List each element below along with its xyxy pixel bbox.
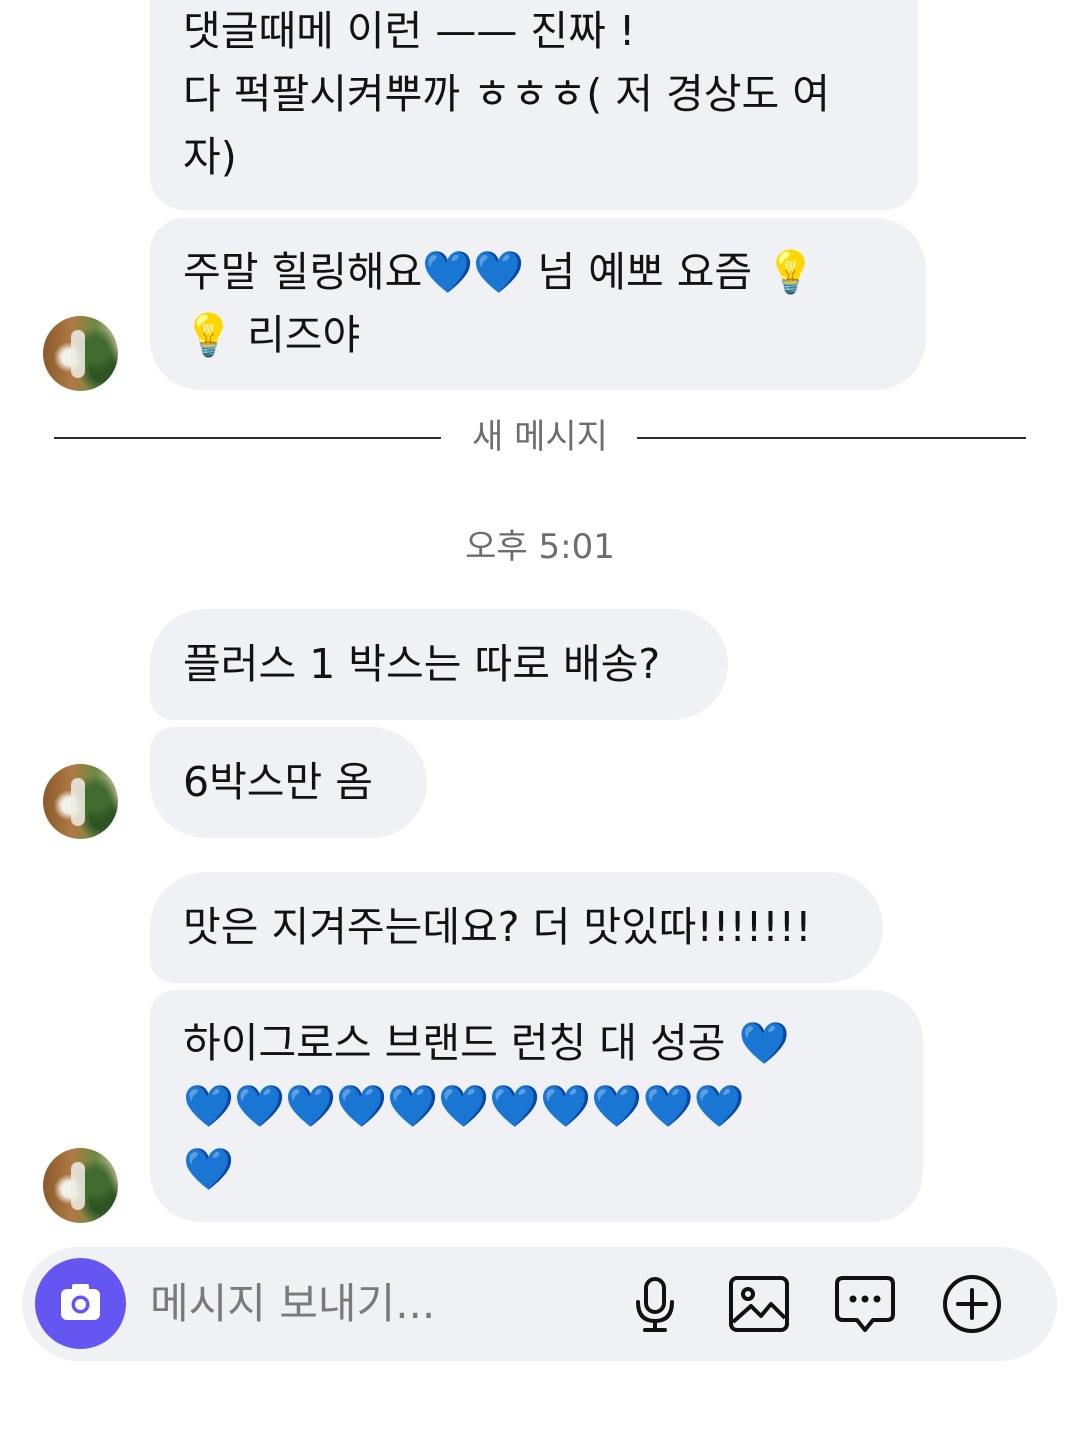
avatar[interactable] [43,764,118,839]
camera-icon [61,1284,100,1320]
avatar[interactable] [43,1148,118,1223]
message-bubble[interactable]: 하이그로스 브랜드 런칭 대 성공 💙 💙💙💙💙💙💙💙💙💙💙💙 💙 [150,990,923,1222]
message-line: 주말 힐링해요💙💙 넘 예뽀 요즘 💡 [183,248,817,296]
plus-circle-icon[interactable] [940,1272,1004,1336]
message-bubble[interactable]: 플러스 1 박스는 따로 배송? [150,609,728,720]
divider-line-right [637,437,1026,439]
message-line: 자) [183,133,237,181]
message-input[interactable]: 메시지 보내기... [150,1275,435,1333]
message-line: 맛은 지겨주는데요? 더 맛있따!!!!!!! [183,903,812,951]
divider-line-left [54,437,441,439]
camera-button[interactable] [35,1258,126,1349]
timestamp: 오후 5:01 [465,527,615,567]
message-line: 다 퍽팔시켜뿌까 ㅎㅎㅎ( 저 경상도 여 [183,70,830,118]
message-bubble[interactable]: 맛은 지겨주는데요? 더 맛있따!!!!!!! [150,872,883,983]
message-line: 댓글때메 이런 —— 진짜 ! [183,7,636,55]
message-line: 하이그로스 브랜드 런칭 대 성공 💙 [183,1019,790,1067]
message-bubble[interactable]: 주말 힐링해요💙💙 넘 예뽀 요즘 💡 💡 리즈야 [150,218,926,390]
message-line: 플러스 1 박스는 따로 배송? [183,640,661,688]
chat-bubble-icon[interactable] [833,1272,897,1336]
message-line: 💙 [183,1145,235,1193]
image-icon[interactable] [727,1272,791,1336]
message-bubble[interactable]: 6박스만 옴 [150,727,427,838]
avatar[interactable] [43,316,118,391]
message-line: 6박스만 옴 [183,758,373,806]
message-composer: 메시지 보내기... [22,1247,1057,1361]
message-bubble[interactable]: 댓글때메 이런 —— 진짜 ! 다 퍽팔시켜뿌까 ㅎㅎㅎ( 저 경상도 여 자) [150,0,918,210]
microphone-icon[interactable] [623,1272,687,1336]
message-line: 💡 리즈야 [183,311,361,359]
new-messages-divider: 새 메시지 [472,417,608,457]
message-line: 💙💙💙💙💙💙💙💙💙💙💙 [183,1082,745,1130]
